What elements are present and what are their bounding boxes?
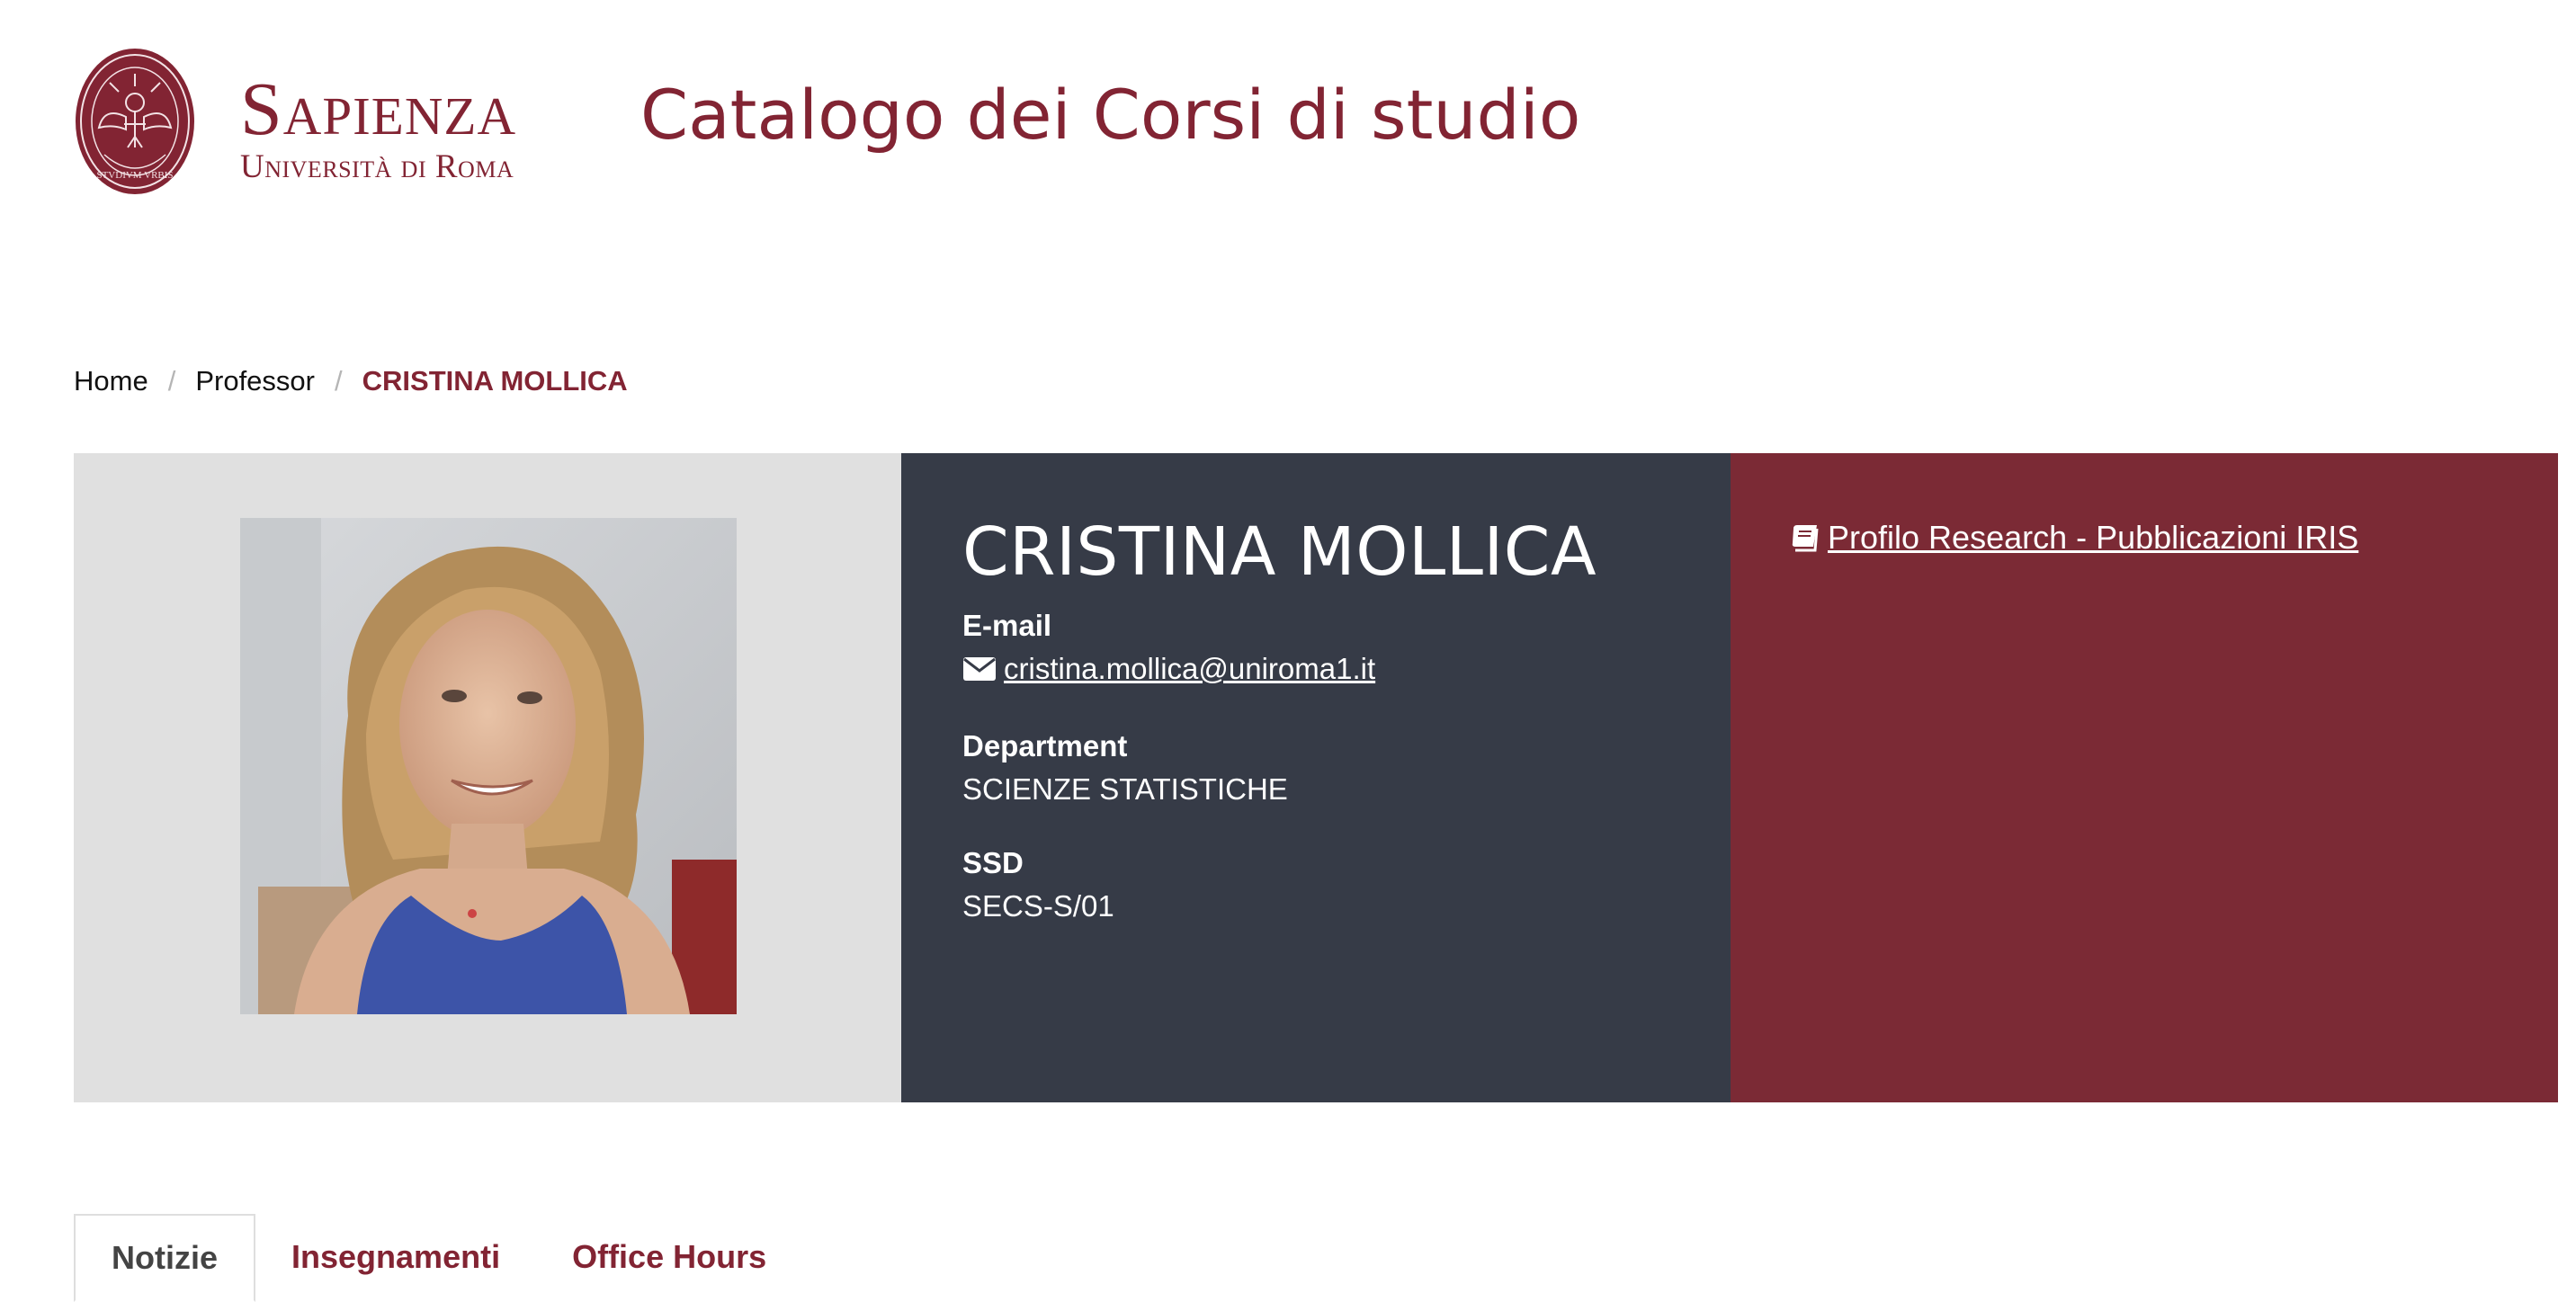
email-link[interactable]: cristina.mollica@uniroma1.it xyxy=(1004,649,1375,689)
breadcrumb-home[interactable]: Home xyxy=(74,361,148,401)
breadcrumb-separator: / xyxy=(167,365,176,397)
profile-band: CRISTINA MOLLICA E-mail cristina.mollica… xyxy=(74,453,2558,1102)
tab-office-hours[interactable]: Office Hours xyxy=(536,1214,802,1300)
sapienza-wordmark[interactable]: Sapienza Università di Roma xyxy=(240,72,516,185)
email-label: E-mail xyxy=(962,609,1052,642)
site-title[interactable]: Catalogo dei Corsi di studio xyxy=(640,70,1580,160)
wordmark-subtitle: Università di Roma xyxy=(240,148,514,185)
breadcrumb-current: CRISTINA MOLLICA xyxy=(362,365,628,397)
links-panel: Profilo Research - Pubblicazioni IRIS xyxy=(1731,453,2558,1102)
envelope-icon xyxy=(963,657,996,681)
department-value: SCIENZE STATISTICHE xyxy=(962,772,1288,806)
ssd-value: SECS-S/01 xyxy=(962,889,1114,923)
profile-tabs: Notizie Insegnamenti Office Hours xyxy=(74,1214,1927,1302)
professor-name: CRISTINA MOLLICA xyxy=(962,513,1597,591)
profile-photo xyxy=(240,518,737,1014)
breadcrumb: Home / Professor / CRISTINA MOLLICA xyxy=(74,361,628,401)
iris-link-row: Profilo Research - Pubblicazioni IRIS xyxy=(1790,516,2358,559)
tab-notizie[interactable]: Notizie xyxy=(74,1214,256,1302)
tab-insegnamenti[interactable]: Insegnamenti xyxy=(255,1214,536,1300)
book-icon xyxy=(1792,525,1819,552)
info-panel: CRISTINA MOLLICA E-mail cristina.mollica… xyxy=(901,453,1731,1102)
photo-panel xyxy=(74,453,901,1102)
wordmark-title: Sapienza xyxy=(240,67,517,151)
department-label: Department xyxy=(962,729,1128,762)
sapienza-seal-logo[interactable]: STVDIVM VRBIS xyxy=(74,47,196,196)
breadcrumb-separator: / xyxy=(335,365,343,397)
ssd-label: SSD xyxy=(962,846,1024,879)
email-row: cristina.mollica@uniroma1.it xyxy=(962,649,1375,689)
svg-text:STVDIVM VRBIS: STVDIVM VRBIS xyxy=(96,170,173,181)
iris-profile-link[interactable]: Profilo Research - Pubblicazioni IRIS xyxy=(1828,516,2358,559)
breadcrumb-professor[interactable]: Professor xyxy=(195,361,315,401)
site-header: STVDIVM VRBIS Sapienza Università di Rom… xyxy=(74,47,2502,200)
page: STVDIVM VRBIS Sapienza Università di Rom… xyxy=(0,0,2576,1302)
